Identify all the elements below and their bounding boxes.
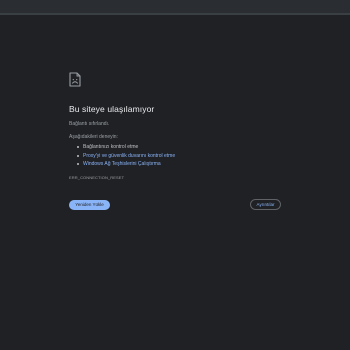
bullet-icon — [77, 146, 79, 148]
suggestion-label: Bağlantınızı kontrol etme — [83, 144, 139, 150]
browser-window: Bu siteye ulaşılamıyor Bağlantı sıfırlan… — [0, 0, 350, 350]
suggestion-run-network-diagnostics[interactable]: Windows Ağ Teşhislerini Çalıştırma — [69, 160, 175, 169]
bullet-icon — [77, 163, 79, 165]
suggestions-heading: Aşağıdakileri deneyin: — [69, 134, 118, 140]
reload-button[interactable]: Yeniden Yükle — [69, 200, 110, 210]
error-subtitle: Bağlantı sıfırlandı. — [69, 121, 110, 127]
bullet-icon — [77, 154, 79, 157]
details-button[interactable]: Ayrıntılar — [250, 199, 281, 210]
error-code: ERR_CONNECTION_RESET — [69, 175, 125, 180]
broken-page-icon — [69, 72, 81, 87]
toolbar-divider — [0, 13, 350, 15]
error-title: Bu siteye ulaşılamıyor — [69, 104, 155, 114]
suggestions-list: Bağlantınızı kontrol etme Proxy'yi ve gü… — [69, 143, 175, 169]
suggestion-link[interactable]: Proxy'yi ve güvenlik duvarını kontrol et… — [83, 153, 175, 159]
browser-toolbar — [0, 0, 350, 13]
suggestion-check-proxy-firewall[interactable]: Proxy'yi ve güvenlik duvarını kontrol et… — [69, 152, 175, 161]
suggestion-link[interactable]: Windows Ağ Teşhislerini Çalıştırma — [83, 161, 161, 167]
suggestion-check-connection: Bağlantınızı kontrol etme — [69, 143, 175, 152]
